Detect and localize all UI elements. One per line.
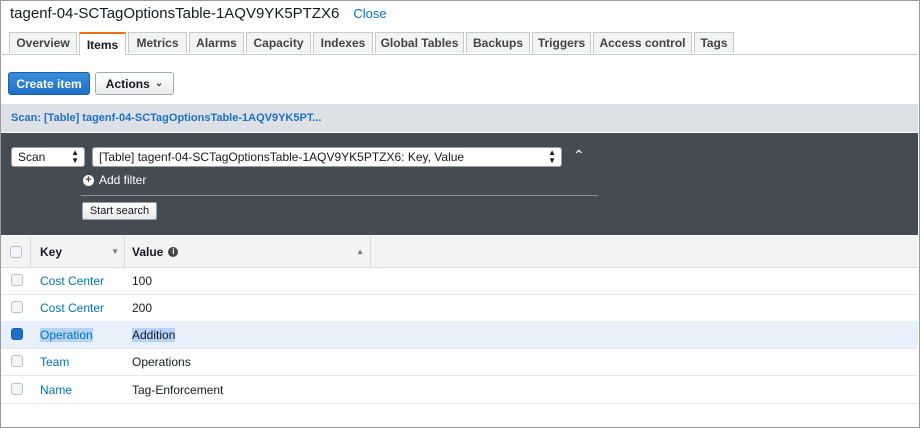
tab-capacity[interactable]: Capacity — [246, 32, 311, 53]
grid-header: Key ▼ Value i ▲ — [1, 236, 918, 268]
tab-overview[interactable]: Overview — [9, 32, 77, 53]
tab-backups[interactable]: Backups — [466, 32, 530, 53]
tab-metrics[interactable]: Metrics — [128, 32, 187, 53]
info-icon[interactable]: i — [168, 246, 179, 257]
scan-summary-link[interactable]: Scan: [Table] tagenf-04-SCTagOptionsTabl… — [11, 112, 322, 124]
row-value: Tag-Enforcement — [132, 382, 224, 397]
create-item-button[interactable]: Create item — [8, 72, 90, 95]
row-value: 100 — [132, 273, 153, 288]
tab-triggers[interactable]: Triggers — [532, 32, 591, 53]
table-row[interactable]: Team Operations — [1, 348, 918, 376]
row-key-link[interactable]: Operation — [40, 327, 93, 342]
query-panel: Scan ▲ ▼ [Table] tagenf-04-SCTagOptionsTa… — [1, 133, 918, 235]
row-checkbox[interactable] — [11, 383, 23, 395]
collapse-chevron-icon[interactable]: ⌃ — [573, 147, 585, 164]
table-title: tagenf-04-SCTagOptionsTable-1AQV9YK5PTZX… — [10, 5, 340, 22]
actions-label: Actions — [105, 76, 150, 91]
sort-up-icon: ▲ — [356, 247, 364, 256]
add-filter-label: Add filter — [99, 173, 147, 187]
chevron-down-icon: ⌄ — [154, 78, 164, 89]
select-all-cell — [1, 236, 31, 267]
sort-down-icon: ▼ — [111, 247, 119, 256]
scan-target-select[interactable]: [Table] tagenf-04-SCTagOptionsTable-1AQV… — [92, 147, 562, 167]
column-value-label: Value — [132, 244, 164, 259]
tab-global-tables[interactable]: Global Tables — [375, 32, 464, 53]
add-filter-button[interactable]: + Add filter — [83, 173, 146, 187]
tab-alarms[interactable]: Alarms — [189, 32, 244, 53]
page-header: tagenf-04-SCTagOptionsTable-1AQV9YK5PTZX… — [10, 5, 387, 23]
tab-tags[interactable]: Tags — [694, 32, 734, 53]
row-value: 200 — [132, 300, 153, 315]
table-row[interactable]: Name Tag-Enforcement — [1, 376, 918, 404]
tab-bar: Overview Items Metrics Alarms Capacity I… — [0, 32, 918, 55]
close-link[interactable]: Close — [353, 6, 386, 21]
plus-circle-icon: + — [83, 174, 94, 186]
scan-mode-value: Scan — [18, 150, 46, 164]
filter-divider — [81, 195, 598, 196]
select-arrows-icon: ▲ ▼ — [548, 148, 556, 165]
column-header-value[interactable]: Value i ▲ — [125, 236, 371, 267]
tab-indexes[interactable]: Indexes — [313, 32, 373, 53]
row-checkbox[interactable] — [11, 328, 23, 340]
scan-summary-bar: Scan: [Table] tagenf-04-SCTagOptionsTabl… — [1, 104, 918, 132]
row-checkbox[interactable] — [11, 301, 23, 313]
scan-mode-select[interactable]: Scan ▲ ▼ — [11, 147, 85, 167]
row-key-link[interactable]: Name — [40, 383, 72, 397]
row-key-link[interactable]: Team — [40, 355, 69, 369]
table-row[interactable]: Operation Addition — [1, 321, 918, 349]
actions-button[interactable]: Actions ⌄ — [95, 72, 174, 95]
select-all-checkbox[interactable] — [9, 245, 22, 258]
row-key-link[interactable]: Cost Center — [40, 274, 104, 288]
column-key-label: Key — [40, 244, 63, 259]
scan-target-value: [Table] tagenf-04-SCTagOptionsTable-1AQV… — [99, 150, 465, 164]
select-arrows-icon: ▲ ▼ — [71, 148, 79, 165]
tab-access-control[interactable]: Access control — [593, 32, 692, 53]
row-checkbox[interactable] — [11, 355, 23, 367]
row-checkbox[interactable] — [11, 274, 23, 286]
row-value: Addition — [132, 327, 176, 342]
tab-items[interactable]: Items — [79, 32, 126, 55]
table-row[interactable]: Cost Center 200 — [1, 294, 918, 322]
row-key-link[interactable]: Cost Center — [40, 301, 104, 315]
table-row[interactable]: Cost Center 100 — [1, 267, 918, 295]
start-search-button[interactable]: Start search — [82, 202, 157, 220]
column-header-key[interactable]: Key ▼ — [31, 236, 125, 267]
row-value: Operations — [132, 354, 191, 369]
